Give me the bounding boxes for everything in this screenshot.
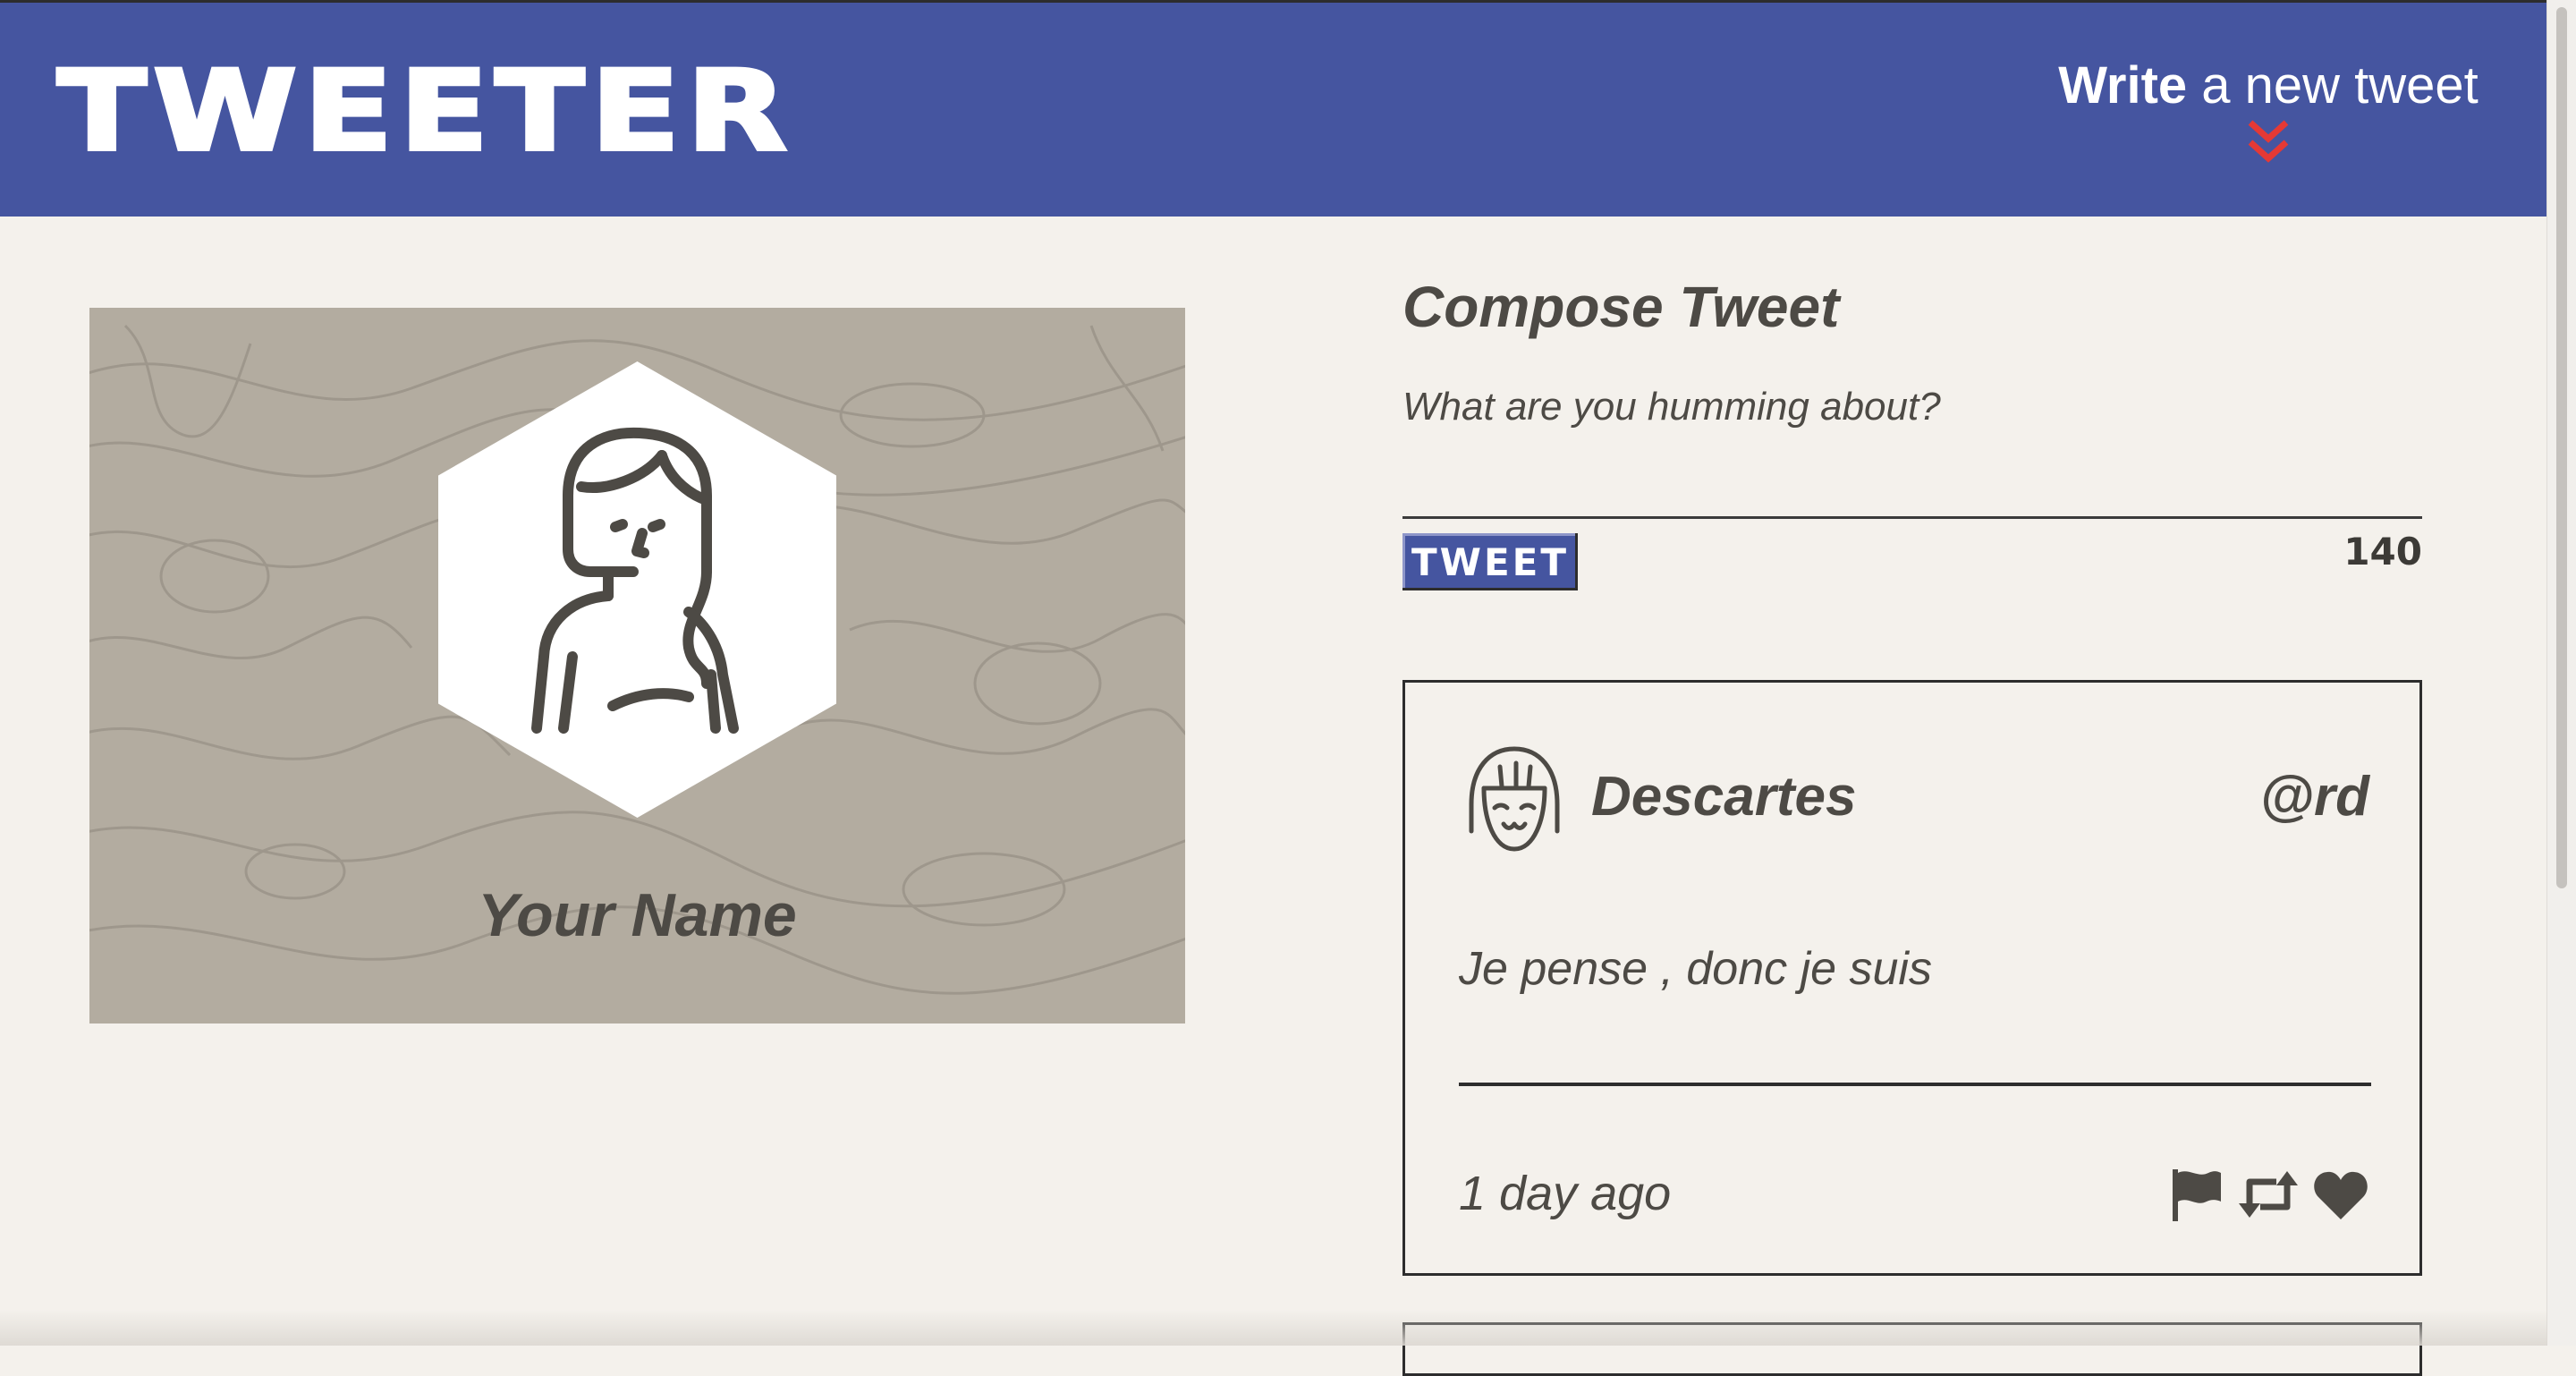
compose-title: Compose Tweet: [1402, 275, 1840, 339]
tweet-actions: [2167, 1166, 2369, 1227]
bottom-shadow: [0, 1310, 2547, 1346]
scrollbar-thumb[interactable]: [2556, 7, 2567, 888]
compose-tweet-input[interactable]: [1402, 385, 2422, 519]
write-rest-label: a new tweet: [2187, 56, 2479, 115]
retweet-icon[interactable]: [2237, 1166, 2300, 1227]
write-new-tweet-label: Write a new tweet: [2045, 55, 2492, 117]
flag-icon[interactable]: [2167, 1166, 2224, 1227]
tweet-submit-button[interactable]: TWEET: [1402, 533, 1578, 590]
character-counter: 140: [2343, 530, 2422, 573]
user-avatar-icon: [438, 361, 836, 818]
tweet-author-name: Descartes: [1591, 766, 1857, 828]
tweet-timestamp: 1 day ago: [1459, 1167, 1672, 1220]
tweet-divider: [1459, 1083, 2371, 1086]
write-new-tweet-button[interactable]: Write a new tweet: [2045, 55, 2492, 180]
tweet-card: Descartes @rd Je pense , donc je suis 1 …: [1402, 680, 2422, 1276]
app-logo: TWEETER: [55, 47, 794, 176]
double-chevron-down-icon: [2248, 120, 2289, 163]
avatar-icon: [1469, 746, 1560, 852]
write-bold-label: Write: [2058, 56, 2188, 115]
page-scrollbar[interactable]: [2546, 0, 2576, 1346]
top-nav-bar: TWEETER Write a new tweet: [0, 0, 2547, 217]
heart-icon[interactable]: [2312, 1168, 2369, 1226]
tweet-text: Je pense , donc je suis: [1459, 943, 1932, 995]
profile-card: Your Name: [89, 308, 1185, 1024]
profile-name: Your Name: [478, 881, 797, 949]
tweet-author-handle: @rd: [2259, 766, 2369, 828]
